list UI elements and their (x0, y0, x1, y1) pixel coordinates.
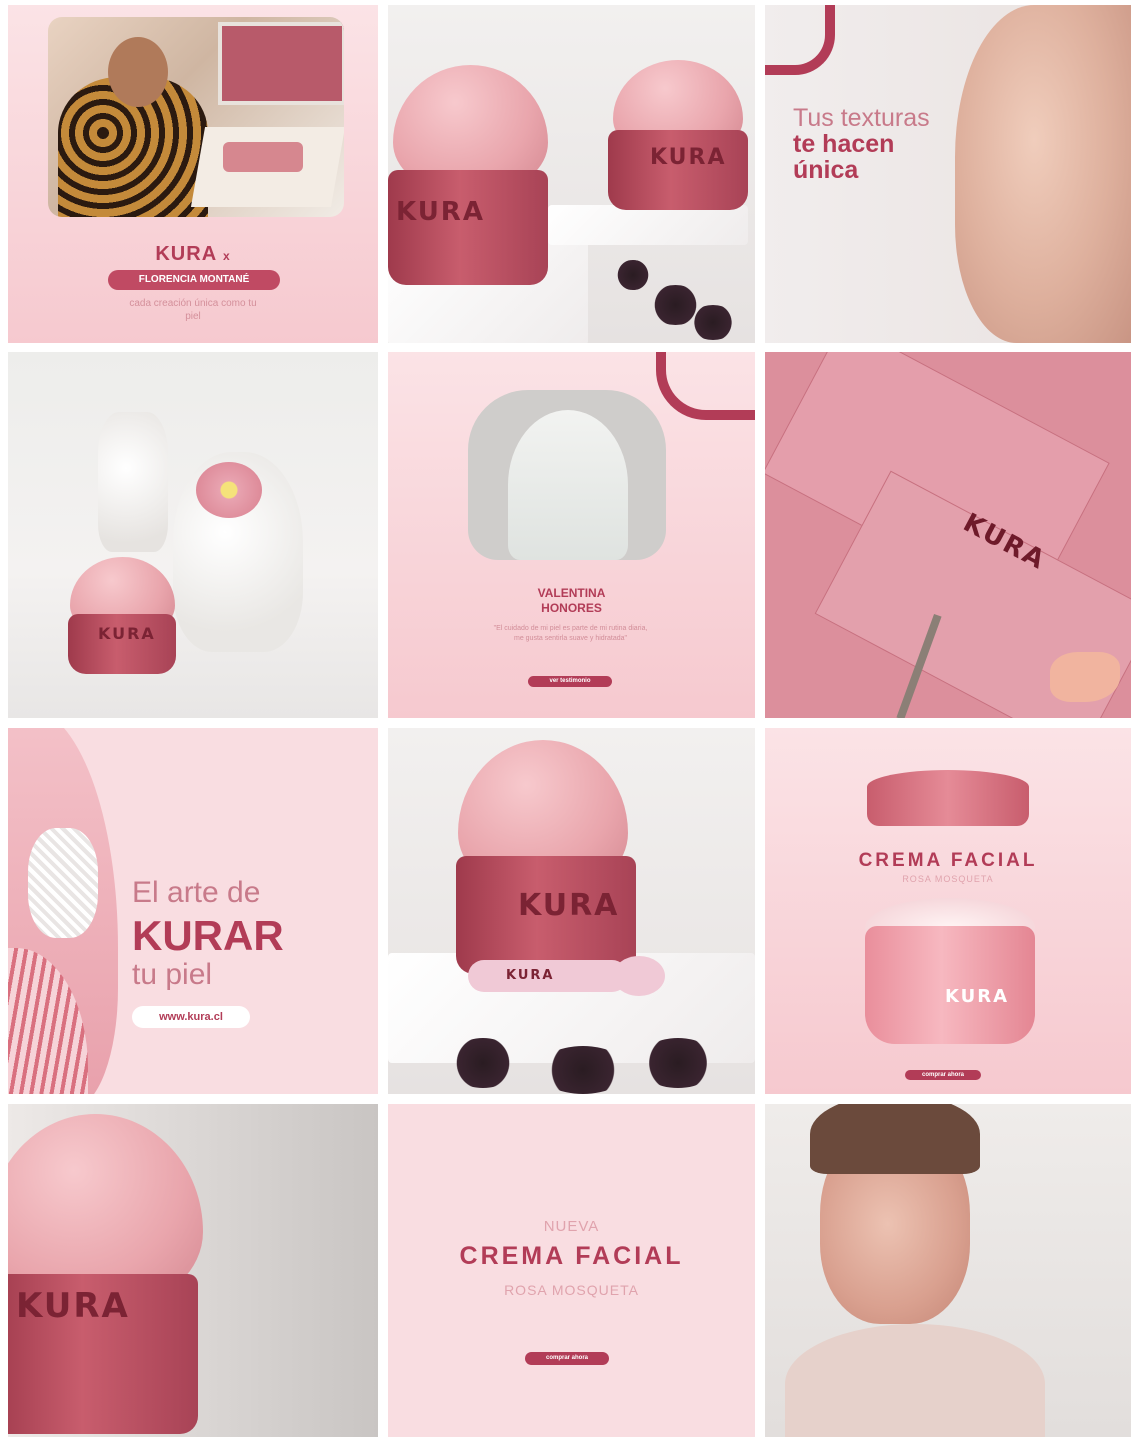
testimonial-button[interactable]: ver testimonio (528, 676, 612, 687)
post-tile-cream[interactable]: CREMA FACIAL ROSA MOSQUETA KURA comprar … (765, 728, 1131, 1094)
jar-label-back: KURA (650, 145, 727, 170)
model-hair-shape (810, 1104, 980, 1174)
cream-subtitle: ROSA MOSQUETA (902, 874, 994, 884)
painting-shape (223, 142, 303, 172)
spatula-label: KURA (506, 968, 555, 983)
post-tile-collab[interactable]: KURA x FLORENCIA MONTANÉ cada creación ú… (8, 5, 378, 343)
textures-line3: única (793, 156, 859, 184)
paint-swatch (1050, 652, 1120, 702)
testimonial-name-line2: HONORES (541, 601, 602, 615)
new-cream-line2: CREMA FACIAL (459, 1242, 684, 1270)
paper-texture-shape (28, 828, 98, 938)
small-vase-shape (98, 412, 168, 552)
post-tile-jar-closeup[interactable]: KURA (8, 1104, 378, 1437)
jar-base (68, 614, 176, 674)
post-tile-packaging[interactable]: KURA (765, 352, 1131, 718)
ribbon-shape (765, 5, 835, 75)
berries (613, 260, 653, 290)
testimonial-photo (468, 390, 666, 560)
post-tile-product-duo[interactable]: KURA KURA (388, 5, 755, 343)
jar-lid-floating (867, 770, 1029, 826)
slogan-line2: KURAR (132, 912, 284, 959)
jar-base-back (608, 130, 748, 210)
slogan-line1: El arte de (132, 876, 261, 909)
artist-name: FLORENCIA MONTANÉ (138, 274, 250, 285)
testimonial-name-line1: VALENTINA (537, 586, 606, 600)
monitor-shape (218, 22, 344, 105)
jar-label: KURA (16, 1286, 130, 1326)
jar-base (865, 926, 1035, 1044)
collab-caption: cada creación única como tu piel (129, 298, 257, 322)
new-cream-buy-button[interactable]: comprar ahora (525, 1352, 609, 1365)
textures-line2: te hacen (793, 130, 895, 158)
post-tile-product-spatula[interactable]: KURA KURA (388, 728, 755, 1094)
post-tile-acne-model[interactable] (765, 1104, 1131, 1437)
post-tile-vase[interactable]: KURA (8, 352, 378, 718)
website-url: www.kura.cl (159, 1011, 223, 1023)
slogan-line3: tu piel (132, 958, 213, 991)
brand-text: KURA (155, 243, 217, 265)
berries (688, 305, 738, 340)
spatula-scoop-shape (613, 956, 665, 996)
cream-buy-button-label: comprar ahora (921, 1072, 964, 1078)
testimonial-button-label: ver testimonio (549, 678, 591, 684)
new-cream-line3: ROSA MOSQUETA (504, 1282, 639, 1298)
post-tile-slogan[interactable]: El arte de KURAR tu piel www.kura.cl (8, 728, 378, 1094)
new-cream-buy-button-label: comprar ahora (545, 1355, 588, 1361)
jar-label: KURA (945, 986, 1010, 1007)
jar-label: KURA (98, 624, 156, 643)
collab-brand: KURA x (8, 243, 378, 266)
marble-slab-back (548, 205, 748, 245)
jar-label-front: KURA (396, 197, 485, 227)
testimonial-quote: "El cuidado de mi piel es parte de mi ru… (493, 625, 648, 642)
post-tile-testimonial[interactable]: VALENTINA HONORES "El cuidado de mi piel… (388, 352, 755, 718)
jar-base-front (388, 170, 548, 285)
textures-line1: Tus texturas (793, 104, 930, 132)
berries (638, 1038, 718, 1088)
ribbon-shape (656, 352, 755, 420)
artist-head-shape (108, 37, 168, 107)
model-shoulders-shape (785, 1324, 1045, 1437)
brand-suffix: x (222, 249, 231, 263)
cream-title: CREMA FACIAL (858, 850, 1038, 871)
post-tile-new-cream[interactable]: NUEVA CREMA FACIAL ROSA MOSQUETA comprar… (388, 1104, 755, 1437)
artist-photo (48, 17, 344, 217)
white-hair-shape (508, 410, 628, 560)
flower-shape (196, 462, 262, 518)
website-link[interactable]: www.kura.cl (132, 1006, 250, 1028)
berries (538, 1046, 628, 1094)
model-face-shape (955, 5, 1131, 343)
artist-name-badge: FLORENCIA MONTANÉ (108, 270, 280, 290)
post-tile-textures[interactable]: Tus texturas te hacen única (765, 5, 1131, 343)
cream-buy-button[interactable]: comprar ahora (905, 1070, 981, 1080)
berries (448, 1038, 518, 1088)
new-cream-line1: NUEVA (543, 1218, 600, 1235)
jar-label: KURA (518, 888, 620, 923)
